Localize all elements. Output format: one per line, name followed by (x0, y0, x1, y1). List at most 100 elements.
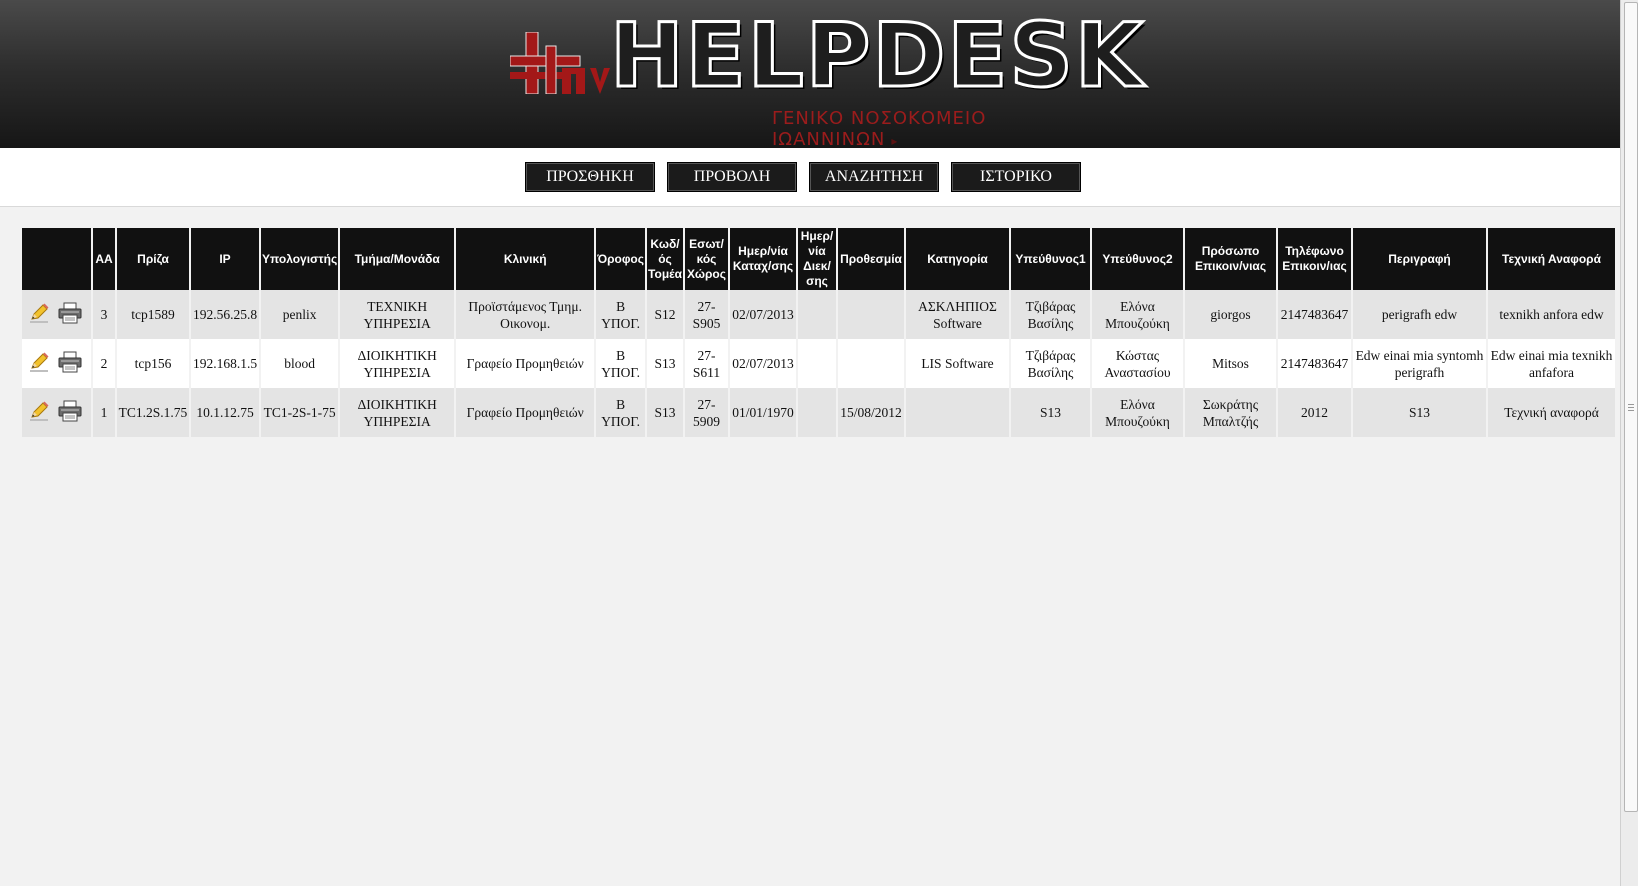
cell-resp1: Τζιβάρας Βασίλης (1011, 339, 1090, 388)
thumb-grip (1628, 407, 1634, 408)
cell-ip: 192.56.25.8 (191, 290, 259, 339)
row-actions (22, 388, 91, 437)
cell-resolve-date (798, 339, 836, 388)
cell-aa: 3 (93, 290, 115, 339)
cell-clinic: Γραφείο Προμηθειών (456, 388, 595, 437)
cell-resp2: Κώστας Αναστασίου (1092, 339, 1183, 388)
cell-category: LIS Software (906, 339, 1009, 388)
cell-aa: 1 (93, 388, 115, 437)
cell-reg-date: 01/01/1970 (730, 388, 796, 437)
logo[interactable]: HELPDESK ΓΕΝΙΚΟ ΝΟΣΟΚΟΜΕΙΟ ΙΩΑΝΝΙΝΩΝ ▸ (510, 10, 1145, 150)
col-reg-date[interactable]: Ημερ/νία Καταχ/σης (730, 228, 796, 290)
col-sector-code[interactable]: Κωδ/ός Τομέα (647, 228, 683, 290)
cell-floor: Β ΥΠΟΓ. (596, 290, 645, 339)
cell-internal-room: 27-S611 (685, 339, 728, 388)
cell-socket: TC1.2S.1.75 (117, 388, 189, 437)
cell-resp2: Ελόνα Μπουζούκη (1092, 388, 1183, 437)
col-contact[interactable]: Πρόσωπο Επικοιν/νιας (1185, 228, 1276, 290)
cell-internal-room: 27-S905 (685, 290, 728, 339)
printer-icon[interactable] (58, 351, 82, 377)
col-resolve-date[interactable]: Ημερ/νία Διεκ/σης (798, 228, 836, 290)
col-ip[interactable]: IP (191, 228, 259, 290)
table-row[interactable]: 2 tcp156 192.168.1.5 blood ΔΙΟΙΚΗΤΙΚΗ ΥΠΗΡΕΣ… (22, 339, 1615, 388)
nav-view-button[interactable]: ΠΡΟΒΟΛΗ (667, 162, 797, 192)
cell-floor: Β ΥΠΟΓ. (596, 339, 645, 388)
col-resp2[interactable]: Υπεύθυνος2 (1092, 228, 1183, 290)
col-resp1[interactable]: Υπεύθυνος1 (1011, 228, 1090, 290)
col-floor[interactable]: Όροφος (596, 228, 645, 290)
cell-department: ΔΙΟΙΚΗΤΙΚΗ ΥΠΗΡΕΣΙΑ (340, 388, 455, 437)
cell-contact: giorgos (1185, 290, 1276, 339)
cell-deadline: 15/08/2012 (838, 388, 904, 437)
cell-contact: Mitsos (1185, 339, 1276, 388)
col-computer[interactable]: Υπολογιστής (261, 228, 339, 290)
col-phone[interactable]: Τηλέφωνο Επικοιν/ιας (1278, 228, 1351, 290)
nav-search-button[interactable]: ΑΝΑΖΗΤΗΣΗ (809, 162, 939, 192)
col-socket[interactable]: Πρίζα (117, 228, 189, 290)
cell-computer: TC1-2S-1-75 (261, 388, 339, 437)
col-tech-report[interactable]: Τεχνική Αναφορά (1488, 228, 1615, 290)
cell-internal-room: 27-5909 (685, 388, 728, 437)
scrollbar-thumb[interactable] (1624, 2, 1638, 812)
col-aa[interactable]: ΑΑ (93, 228, 115, 290)
cell-ip: 10.1.12.75 (191, 388, 259, 437)
cell-category (906, 388, 1009, 437)
col-actions (22, 228, 91, 290)
cell-department: ΔΙΟΙΚΗΤΙΚΗ ΥΠΗΡΕΣΙΑ (340, 339, 455, 388)
cell-resp1: Τζιβάρας Βασίλης (1011, 290, 1090, 339)
cell-tech-report: Edw einai mia texnikh anfafora (1488, 339, 1615, 388)
cell-tech-report: Τεχνική αναφορά (1488, 388, 1615, 437)
cell-clinic: Προϊστάμενος Τμημ. Οικονομ. (456, 290, 595, 339)
table-header-row: ΑΑ Πρίζα IP Υπολογιστής Τμήμα/Μονάδα Κλι… (22, 228, 1615, 290)
cell-category: ΑΣΚΛΗΠΙΟΣ Software (906, 290, 1009, 339)
cell-sector-code: S13 (647, 388, 683, 437)
col-department[interactable]: Τμήμα/Μονάδα (340, 228, 455, 290)
pencil-icon[interactable] (28, 302, 50, 328)
hospital-logo-icon (510, 32, 610, 94)
nav-add-button[interactable]: ΠΡΟΣΘΗΚΗ (525, 162, 655, 192)
col-clinic[interactable]: Κλινική (456, 228, 595, 290)
cell-resp1: S13 (1011, 388, 1090, 437)
cell-computer: blood (261, 339, 339, 388)
col-description[interactable]: Περιγραφή (1353, 228, 1486, 290)
cell-resolve-date (798, 388, 836, 437)
cell-deadline (838, 290, 904, 339)
cell-description: perigrafh edw (1353, 290, 1486, 339)
hospital-name-text: ΓΕΝΙΚΟ ΝΟΣΟΚΟΜΕΙΟ ΙΩΑΝΝΙΝΩΝ (772, 108, 987, 150)
col-deadline[interactable]: Προθεσμία (838, 228, 904, 290)
cell-resolve-date (798, 290, 836, 339)
hospital-name: ΓΕΝΙΚΟ ΝΟΣΟΚΟΜΕΙΟ ΙΩΑΝΝΙΝΩΝ ▸ (772, 108, 1110, 150)
cell-socket: tcp1589 (117, 290, 189, 339)
thumb-grip (1628, 404, 1634, 405)
pencil-icon[interactable] (28, 351, 50, 377)
cell-phone: 2147483647 (1278, 339, 1351, 388)
cell-sector-code: S13 (647, 339, 683, 388)
thumb-grip (1628, 410, 1634, 411)
printer-icon[interactable] (58, 400, 82, 426)
table-row[interactable]: 1 TC1.2S.1.75 10.1.12.75 TC1-2S-1-75 ΔΙΟΙΚΗΤ… (22, 388, 1615, 437)
cell-tech-report: texnikh anfora edw (1488, 290, 1615, 339)
vertical-scrollbar[interactable] (1620, 0, 1638, 886)
tickets-table-container: ΑΑ Πρίζα IP Υπολογιστής Τμήμα/Μονάδα Κλι… (22, 228, 1617, 437)
cell-sector-code: S12 (647, 290, 683, 339)
row-actions (22, 339, 91, 388)
printer-icon[interactable] (58, 302, 82, 328)
cell-reg-date: 02/07/2013 (730, 339, 796, 388)
table-row[interactable]: 3 tcp1589 192.56.25.8 penlix ΤΕΧΝΙΚΗ ΥΠΗΡΕΣΙ… (22, 290, 1615, 339)
cell-department: ΤΕΧΝΙΚΗ ΥΠΗΡΕΣΙΑ (340, 290, 455, 339)
cell-resp2: Ελόνα Μπουζούκη (1092, 290, 1183, 339)
cell-socket: tcp156 (117, 339, 189, 388)
cell-description: S13 (1353, 388, 1486, 437)
cell-floor: Β ΥΠΟΓ. (596, 388, 645, 437)
cell-ip: 192.168.1.5 (191, 339, 259, 388)
cell-phone: 2147483647 (1278, 290, 1351, 339)
col-category[interactable]: Κατηγορία (906, 228, 1009, 290)
main-nav: ΠΡΟΣΘΗΚΗ ΠΡΟΒΟΛΗ ΑΝΑΖΗΤΗΣΗ ΙΣΤΟΡΙΚΟ (0, 148, 1620, 207)
cell-contact: Σωκράτης Μπαλτζής (1185, 388, 1276, 437)
pencil-icon[interactable] (28, 400, 50, 426)
tickets-table: ΑΑ Πρίζα IP Υπολογιστής Τμήμα/Μονάδα Κλι… (20, 228, 1617, 437)
nav-history-button[interactable]: ΙΣΤΟΡΙΚΟ (951, 162, 1081, 192)
bullet-icon: ▸ (891, 134, 899, 148)
cell-reg-date: 02/07/2013 (730, 290, 796, 339)
col-internal-room[interactable]: Εσωτ/κός Χώρος (685, 228, 728, 290)
